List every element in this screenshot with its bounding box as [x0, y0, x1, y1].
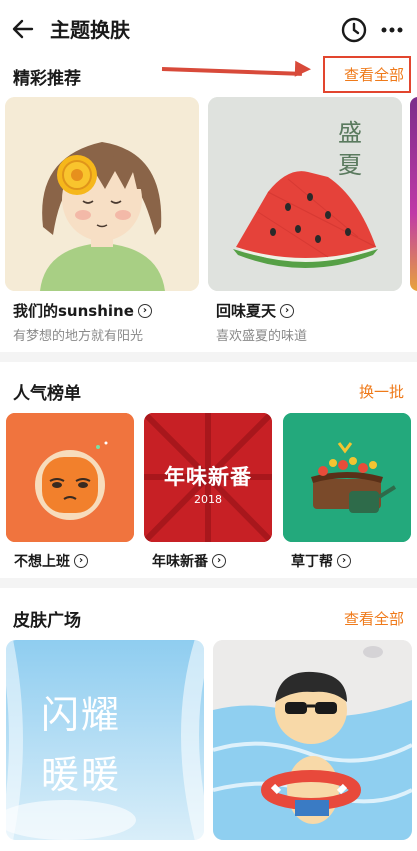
- skin-card-shining[interactable]: 闪耀暖暖: [6, 640, 204, 840]
- theme-name-label: 回味夏天: [216, 302, 277, 320]
- back-arrow-icon: [12, 19, 34, 39]
- theme-name-label: 草丁帮: [291, 554, 333, 570]
- popular-refresh-link[interactable]: 换一批: [359, 381, 404, 402]
- clock-icon: [341, 17, 367, 43]
- more-button[interactable]: [377, 15, 407, 45]
- page-title: 主题换肤: [50, 18, 130, 42]
- chevron-right-icon: ›: [280, 303, 295, 318]
- theme-card-sunshine[interactable]: [5, 97, 199, 291]
- annotation-arrow-head: [294, 60, 312, 78]
- back-button[interactable]: [6, 12, 40, 46]
- more-dots-icon: [381, 27, 403, 33]
- chevron-right-icon: ›: [137, 303, 152, 318]
- watermelon-illustration: [208, 97, 402, 291]
- history-button[interactable]: [339, 15, 369, 45]
- theme-name-gardener[interactable]: 草丁帮 ›: [291, 551, 351, 571]
- theme-name-new-year[interactable]: 年味新番 ›: [152, 551, 226, 571]
- theme-name-sunshine[interactable]: 我们的sunshine ›: [13, 300, 152, 321]
- theme-desc-sunshine: 有梦想的地方就有阳光: [13, 329, 144, 344]
- sunshine-girl-illustration: [5, 97, 199, 291]
- theme-name-summer[interactable]: 回味夏天 ›: [216, 300, 295, 321]
- annotation-arrow: [161, 67, 302, 76]
- theme-desc-summer: 喜欢盛夏的味道: [216, 329, 308, 344]
- plaza-view-all-link[interactable]: 查看全部: [344, 608, 404, 629]
- shining-art-text: 闪耀暖暖: [40, 693, 121, 797]
- theme-card-new-year[interactable]: 年味新番 2018: [144, 413, 272, 542]
- new-year-art-text: 年味新番: [164, 465, 252, 489]
- section-divider: [0, 578, 417, 588]
- theme-card-summer[interactable]: 盛夏: [208, 97, 402, 291]
- featured-view-all-link[interactable]: 查看全部: [344, 64, 404, 85]
- theme-name-no-work[interactable]: 不想上班 ›: [14, 551, 88, 571]
- plaza-section-title: 皮肤广场: [13, 611, 81, 631]
- beach-boy-illustration: [213, 640, 412, 840]
- sleepy-face-illustration: [6, 413, 134, 542]
- theme-name-label: 年味新番: [152, 554, 208, 570]
- chevron-right-icon: ›: [337, 554, 351, 568]
- chevron-right-icon: ›: [74, 554, 88, 568]
- theme-card-no-work[interactable]: [6, 413, 134, 542]
- theme-card-next-peek[interactable]: [410, 97, 417, 291]
- skin-card-beach-boy[interactable]: [213, 640, 412, 840]
- garden-illustration: [283, 413, 411, 542]
- chevron-right-icon: ›: [212, 554, 226, 568]
- popular-section-title: 人气榜单: [13, 384, 81, 404]
- theme-name-label: 不想上班: [14, 554, 70, 570]
- summer-art-text: 盛夏: [338, 119, 362, 179]
- theme-card-gardener[interactable]: [283, 413, 411, 542]
- new-year-art-year: 2018: [194, 493, 222, 506]
- section-divider: [0, 352, 417, 362]
- theme-name-label: 我们的sunshine: [13, 302, 134, 320]
- top-bar: 主题换肤: [0, 0, 417, 58]
- featured-section-title: 精彩推荐: [13, 69, 81, 89]
